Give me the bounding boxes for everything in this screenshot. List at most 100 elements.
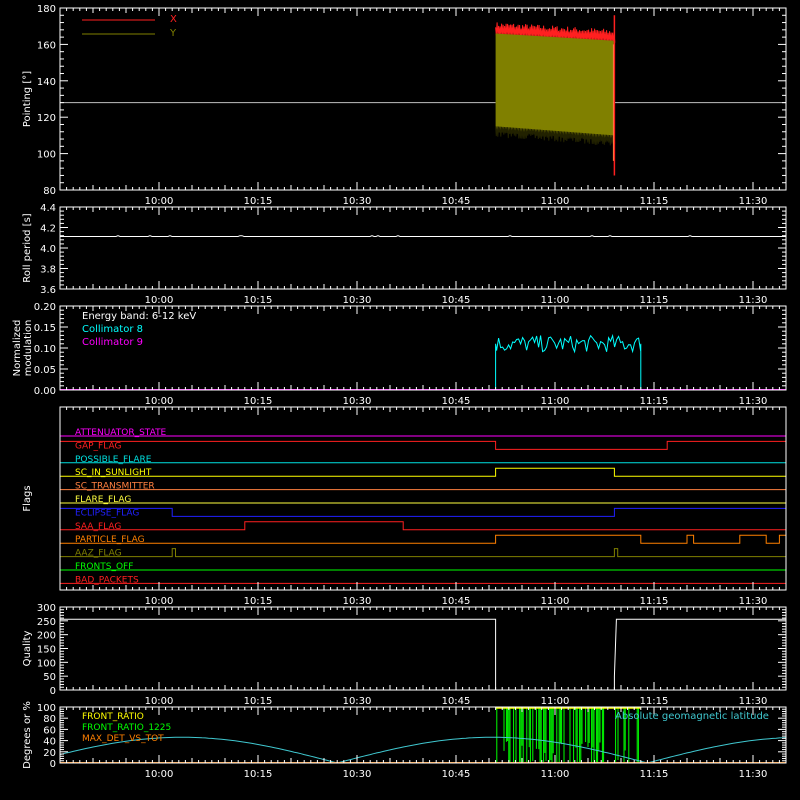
y-tick-label: 160 [37,40,56,51]
y-tick-label: 0.10 [34,344,56,355]
y-tick-label: 50 [43,672,56,683]
x-tick-label: 11:15 [640,596,669,607]
y-tick-label: 4.2 [40,224,56,235]
x-tick-label: 10:45 [442,596,471,607]
x-tick-label: 11:00 [541,596,570,607]
x-tick-label: 11:30 [739,295,768,306]
legend-energy-band: Energy band: 6-12 keV [82,311,196,322]
flag-label: ATTENUATOR_STATE [75,428,167,438]
flag-label: GAP_FLAG [75,441,121,451]
y-axis-label-line: Normalized [12,320,23,377]
y-tick-label: 0.05 [34,365,56,376]
legend-x-label: X [170,14,177,25]
x-tick-label: 10:15 [244,769,273,780]
series-y-band [495,33,615,139]
x-tick-label: 10:30 [343,196,372,207]
legend-y-label: Y [169,28,177,39]
flag-label: FRONTS_OFF [75,562,133,572]
flag-label: PARTICLE_FLAG [75,535,145,545]
x-tick-label: 11:00 [541,295,570,306]
x-tick-label: 10:45 [442,696,471,707]
y-axis-label: Quality [22,631,33,667]
x-tick-label: 10:00 [145,295,174,306]
y-tick-label: 0 [50,686,56,697]
legend-max-det-vs-tot: MAX_DET_VS_TOT [82,734,164,744]
y-tick-label: 120 [37,113,56,124]
flag-label: AAZ_FLAG [75,549,122,559]
y-tick-label: 0.20 [34,302,56,313]
y-tick-label: 0 [50,759,56,770]
y-tick-label: 0.00 [34,386,56,397]
x-tick-label: 10:45 [442,295,471,306]
x-tick-label: 10:15 [244,295,273,306]
x-tick-label: 11:00 [541,196,570,207]
x-tick-label: 11:15 [640,769,669,780]
y-tick-label: 20 [43,748,56,759]
y-tick-label: 100 [37,703,56,714]
chart-stage: 10:00 10:15 10:30 10:45 11:00 11:15 11:30 10:00… [0,0,800,800]
legend-front-ratio: FRONT_RATIO [82,712,144,722]
y-tick-label: 100 [37,150,56,161]
legend-collimator-8: Collimator 8 [82,324,143,335]
y-tick-label: 250 [37,617,56,628]
y-tick-label: 150 [37,645,56,656]
x-tick-label: 11:30 [739,696,768,707]
x-tick-label: 10:15 [244,196,273,207]
y-tick-label: 3.8 [40,265,56,276]
y-tick-label: 40 [43,737,56,748]
y-tick-label: 100 [37,658,56,669]
y-tick-label: 300 [37,603,56,614]
x-tick-label: 11:30 [739,769,768,780]
y-tick-label: 200 [37,631,56,642]
x-tick-label: 10:15 [244,696,273,707]
legend-collimator-9: Collimator 9 [82,337,143,348]
x-tick-label: 10:00 [145,696,174,707]
y-tick-label: 140 [37,77,56,88]
y-axis-label: Roll period [s] [22,213,33,282]
flag-label: SC_IN_SUNLIGHT [75,468,152,478]
x-tick-label: 10:45 [442,396,471,407]
flag-label: SAA_FLAG [75,522,121,532]
legend-front-ratio-1225: FRONT_RATIO_1225 [82,723,171,733]
chart-background [0,0,800,800]
y-tick-label: 60 [43,725,56,736]
x-tick-label: 11:00 [541,769,570,780]
x-tick-label: 10:30 [343,769,372,780]
y-axis-label: Degrees or % [22,701,33,769]
x-tick-label: 10:30 [343,295,372,306]
y-tick-label: 3.6 [40,285,56,296]
flag-label: ECLIPSE_FLAG [75,508,139,518]
flag-label: POSSIBLE_FLARE [75,455,152,465]
x-tick-label: 11:15 [640,196,669,207]
flag-label: FLARE_FLAG [75,495,131,505]
x-tick-label: 10:45 [442,196,471,207]
x-tick-label: 11:15 [640,396,669,407]
y-tick-label: 80 [43,186,56,197]
x-tick-label: 11:30 [739,396,768,407]
y-axis-label: Normalizedmodulation [12,320,34,377]
y-tick-label: 80 [43,714,56,725]
x-tick-label: 10:15 [244,596,273,607]
x-tick-label: 10:00 [145,196,174,207]
x-tick-label: 11:00 [541,396,570,407]
x-tick-label: 10:30 [343,696,372,707]
y-axis-label: Pointing [°] [22,71,33,127]
x-tick-label: 10:15 [244,396,273,407]
y-tick-label: 180 [37,4,56,15]
x-tick-label: 11:30 [739,196,768,207]
y-axis-label: Flags [22,485,33,511]
x-tick-label: 11:15 [640,696,669,707]
legend-geomagnetic-latitude: Absolute geomagnetic latitude [615,711,769,722]
y-axis-label-line: modulation [23,320,34,377]
y-tick-label: 0.15 [34,323,56,334]
x-tick-label: 11:30 [739,596,768,607]
x-tick-label: 10:45 [442,769,471,780]
flag-label: BAD_PACKETS [75,575,139,585]
flag-label: SC_TRANSMITTER [75,482,155,492]
x-tick-label: 10:30 [343,396,372,407]
x-tick-label: 10:00 [145,596,174,607]
y-tick-label: 4.4 [40,203,56,214]
y-tick-label: 4.0 [40,244,56,255]
x-tick-label: 11:00 [541,696,570,707]
x-tick-label: 11:15 [640,295,669,306]
